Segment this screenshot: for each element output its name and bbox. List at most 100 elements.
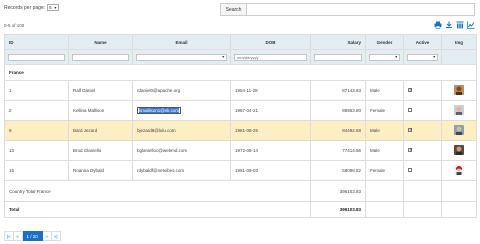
email-edit-field[interactable]: kmallison1@vk.com [137,107,182,114]
records-per-page-label: Records per page: [4,4,46,11]
table-toolbar [434,21,475,29]
search-bar: Search [220,3,475,16]
chevron-down-icon: ▼ [221,55,225,59]
cell-id[interactable]: 9 [4,120,69,141]
filter-salary-input[interactable] [314,53,362,61]
cell-dob[interactable]: 1972-08-14 [230,140,311,161]
cell-gender[interactable]: Female [365,100,404,121]
header-row: ID Name Email DOB Salary Gender Active I… [4,34,477,50]
next-page-button[interactable]: » [42,231,52,241]
filter-dob-input[interactable]: mm/dd/yyyy [234,53,307,61]
cell-active[interactable] [403,160,442,181]
table-row[interactable]: 13 Brod Glaniello bglanielloc@webmd.com … [4,140,477,161]
cell-gender[interactable]: Male [365,80,404,101]
cell-dob[interactable]: 1981-08-25 [230,120,311,141]
current-page-indicator[interactable]: 1 / 20 [22,231,43,241]
column-header-dob[interactable]: DOB [230,34,311,50]
avatar [454,125,464,135]
cell-name[interactable]: Roanna Dybald [68,160,133,181]
cell-img [441,120,477,141]
cell-salary[interactable]: 84492.69 [310,120,366,141]
cell-id[interactable]: 13 [4,140,69,161]
cell-name[interactable]: Kellina Mallison [68,100,133,121]
subtotal-row: Country Total France 396103.83 [4,180,477,202]
table-row[interactable]: 16 Roanna Dybald rdybaldf@netvibes.com 1… [4,160,477,181]
chart-icon[interactable] [467,21,475,29]
column-header-id[interactable]: ID [4,34,69,50]
group-row: France [4,64,477,81]
cell-email-editing[interactable]: kmallison1@vk.com [132,100,231,121]
download-icon[interactable] [445,21,453,29]
column-header-img[interactable]: Img [441,34,477,50]
chevron-down-icon: ▼ [394,55,398,59]
cell-dob[interactable]: 1991-09-03 [230,160,311,181]
cell-salary[interactable]: 77414.56 [310,140,366,161]
first-page-button[interactable]: |« [4,231,14,241]
avatar [454,165,464,175]
chevron-down-icon: ▼ [432,55,436,59]
subtotal-label: Country Total France [4,180,311,202]
data-grid: ID Name Email DOB Salary Gender Active I… [4,34,477,218]
filter-row: ▼ mm/dd/yyyy ▼ ▼ [4,49,477,65]
record-count: 0-5 of 100 [4,23,25,28]
cell-id[interactable]: 1 [4,80,69,101]
cell-id[interactable]: 16 [4,160,69,181]
cell-img [441,100,477,121]
active-checkbox[interactable] [408,127,413,133]
search-button[interactable]: Search [220,3,247,16]
avatar [454,85,464,95]
filter-id-input[interactable] [8,53,65,61]
filter-name-input[interactable] [72,53,129,61]
total-row: Total 396103.83 [4,201,477,218]
active-checkbox[interactable] [408,87,413,93]
last-page-button[interactable]: »| [51,231,61,241]
filter-email-select[interactable]: ▼ [136,53,227,61]
cell-active[interactable] [403,120,442,141]
cell-email[interactable]: bglanielloc@webmd.com [132,140,231,161]
cell-email[interactable]: bjezard8@lulu.com [132,120,231,141]
avatar [454,145,464,155]
columns-icon[interactable] [456,21,464,29]
prev-page-button[interactable]: « [13,231,23,241]
table-row[interactable]: 2 Kellina Mallison kmallison1@vk.com 198… [4,100,477,121]
active-checkbox[interactable] [408,168,412,172]
column-header-gender[interactable]: Gender [365,34,404,50]
filter-gender-select[interactable]: ▼ [369,53,400,61]
cell-name[interactable]: Brod Glaniello [68,140,133,161]
cell-dob[interactable]: 1954-11-28 [230,80,311,101]
cell-salary[interactable]: 87143.83 [310,80,366,101]
cell-name[interactable]: Bard Jezard [68,120,133,141]
group-label: France [4,64,477,81]
cell-gender[interactable]: Male [365,120,404,141]
cell-active[interactable] [403,140,442,161]
cell-active[interactable] [403,80,442,101]
column-header-salary[interactable]: Salary [310,34,366,50]
cell-email[interactable]: rdaniel0@apache.org [132,80,231,101]
avatar [454,105,464,115]
pagination: |« « 1 / 20 » »| [4,231,61,241]
column-header-active[interactable]: Active [403,34,442,50]
column-header-name[interactable]: Name [68,34,133,50]
records-per-page-select[interactable]: 5 ▼ [47,4,60,11]
cell-gender[interactable]: Female [365,160,404,181]
active-checkbox[interactable] [408,147,413,153]
cell-salary[interactable]: 88953.80 [310,100,366,121]
cell-gender[interactable]: Male [365,140,404,161]
cell-id[interactable]: 2 [4,100,69,121]
active-checkbox[interactable] [408,108,412,112]
total-value: 396103.83 [310,201,366,218]
records-per-page: Records per page: 5 ▼ [4,3,60,12]
table-row[interactable]: 1 Ralf Daniel rdaniel0@apache.org 1954-1… [4,80,477,101]
table-row[interactable]: 9 Bard Jezard bjezard8@lulu.com 1981-08-… [4,120,477,141]
cell-dob[interactable]: 1987-04-21 [230,100,311,121]
cell-name[interactable]: Ralf Daniel [68,80,133,101]
search-input[interactable] [247,3,475,16]
filter-active-select[interactable]: ▼ [407,53,438,61]
print-icon[interactable] [434,21,442,29]
chevron-down-icon: ▼ [53,5,58,10]
cell-email[interactable]: rdybaldf@netvibes.com [132,160,231,181]
cell-active[interactable] [403,100,442,121]
records-per-page-value: 5 [49,5,52,10]
column-header-email[interactable]: Email [132,34,231,50]
cell-salary[interactable]: 58098.82 [310,160,366,181]
